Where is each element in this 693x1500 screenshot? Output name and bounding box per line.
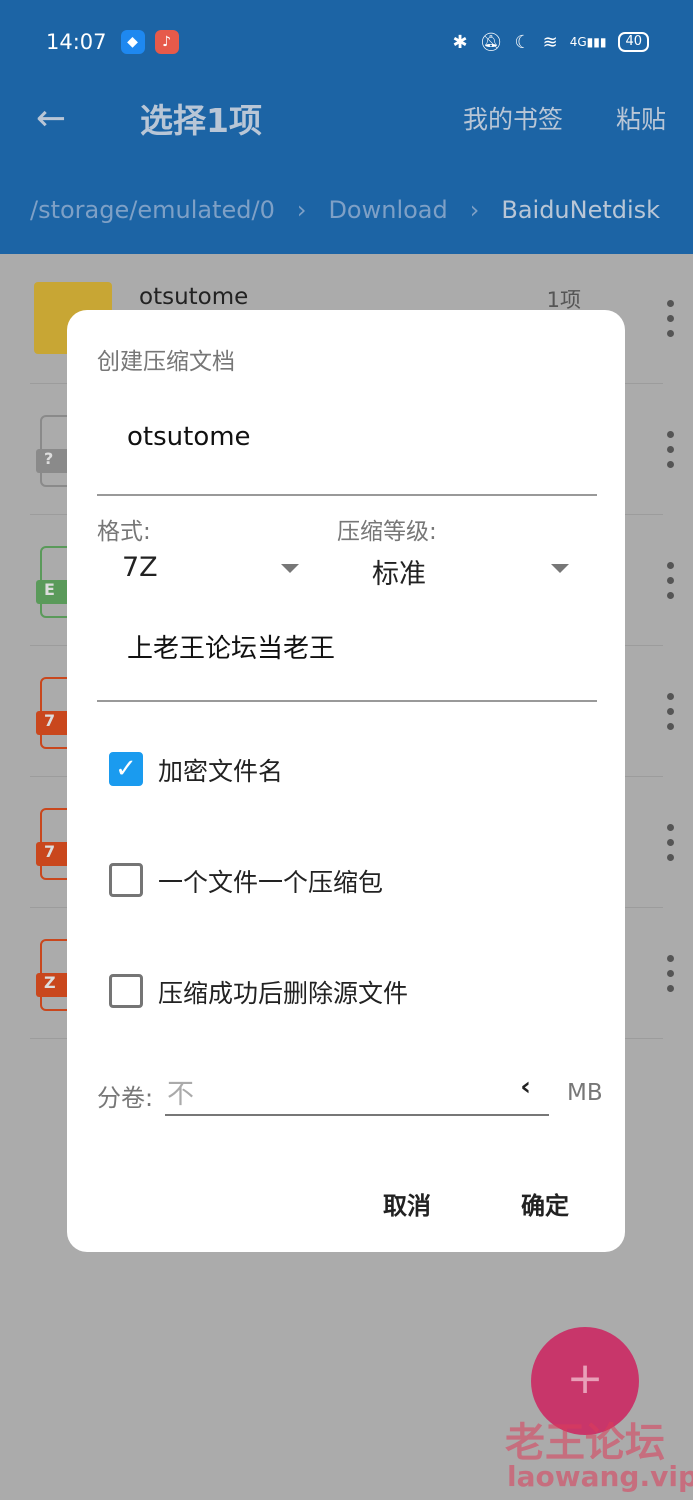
- plus-icon: +: [566, 1353, 604, 1404]
- bluetooth-icon: ✱: [452, 31, 468, 53]
- chevron-right-icon: ›: [296, 196, 307, 224]
- checkbox-icon[interactable]: [109, 974, 143, 1008]
- status-bar: 14:07 ◆ ♪ ✱ 🔕︎ ☾ ≋ 4G▮▮▮ 40: [46, 28, 649, 56]
- breadcrumb-item[interactable]: /storage/emulated/0: [30, 196, 275, 224]
- option-label: 压缩成功后删除源文件: [158, 979, 409, 1008]
- more-options-icon[interactable]: [667, 693, 674, 738]
- more-options-icon[interactable]: [667, 300, 674, 345]
- split-placeholder: 不: [167, 1079, 194, 1110]
- breadcrumb: /storage/emulated/0 › Download › BaiduNe…: [30, 196, 660, 224]
- split-unit: MB: [567, 1080, 603, 1106]
- item-name: otsutome: [139, 284, 249, 310]
- split-size-input[interactable]: 不 ‹: [165, 1070, 549, 1116]
- battery-icon: 40: [618, 32, 649, 52]
- option-label: 加密文件名: [158, 757, 284, 786]
- dropdown-caret-icon: [281, 564, 299, 573]
- signal-icon: 4G▮▮▮: [569, 35, 607, 49]
- password-value: 上老王论坛当老王: [127, 634, 336, 664]
- more-options-icon[interactable]: [667, 955, 674, 1000]
- dialog-title: 创建压缩文档: [97, 349, 235, 375]
- paste-button[interactable]: 粘贴: [616, 100, 666, 136]
- page-title: 选择1项: [140, 101, 262, 140]
- format-value: 7Z: [122, 552, 158, 583]
- back-arrow-icon[interactable]: ←: [36, 98, 66, 139]
- watermark-url: laowang.vip: [507, 1460, 693, 1493]
- moon-icon: ☾: [514, 31, 531, 53]
- dropdown-caret-icon: [551, 564, 569, 573]
- option-label: 一个文件一个压缩包: [158, 868, 384, 897]
- chevron-right-icon: ›: [469, 196, 480, 224]
- filename-value: otsutome: [127, 422, 251, 452]
- mute-icon: 🔕︎: [479, 31, 503, 53]
- split-label: 分卷:: [97, 1084, 154, 1112]
- network-type: 4G: [569, 35, 587, 49]
- app-header: 14:07 ◆ ♪ ✱ 🔕︎ ☾ ≋ 4G▮▮▮ 40 ← 选择1项 我的书签 …: [0, 0, 693, 254]
- cancel-button[interactable]: 取消: [383, 1186, 431, 1221]
- checkbox-icon[interactable]: [109, 863, 143, 897]
- ok-button[interactable]: 确定: [521, 1186, 569, 1221]
- more-options-icon[interactable]: [667, 824, 674, 869]
- checkbox-checked-icon[interactable]: ✓: [109, 752, 143, 786]
- password-input[interactable]: 上老王论坛当老王: [97, 628, 597, 702]
- clock: 14:07: [46, 30, 107, 54]
- filename-input[interactable]: otsutome: [97, 422, 597, 496]
- chevron-left-icon[interactable]: ‹: [520, 1072, 531, 1102]
- more-options-icon[interactable]: [667, 562, 674, 607]
- format-label: 格式:: [97, 519, 151, 545]
- more-options-icon[interactable]: [667, 431, 674, 476]
- bookmarks-button[interactable]: 我的书签: [463, 100, 563, 136]
- level-label: 压缩等级:: [337, 519, 437, 545]
- level-value: 标准: [372, 559, 426, 590]
- breadcrumb-item[interactable]: BaiduNetdisk: [501, 196, 660, 224]
- android-icon: ◆: [120, 30, 145, 54]
- wifi-icon: ≋: [542, 31, 558, 53]
- music-app-icon: ♪: [154, 30, 179, 54]
- create-archive-dialog: 创建压缩文档 otsutome 格式: 压缩等级: 7Z 标准 上老王论坛当老王…: [67, 310, 625, 1252]
- breadcrumb-item[interactable]: Download: [328, 196, 447, 224]
